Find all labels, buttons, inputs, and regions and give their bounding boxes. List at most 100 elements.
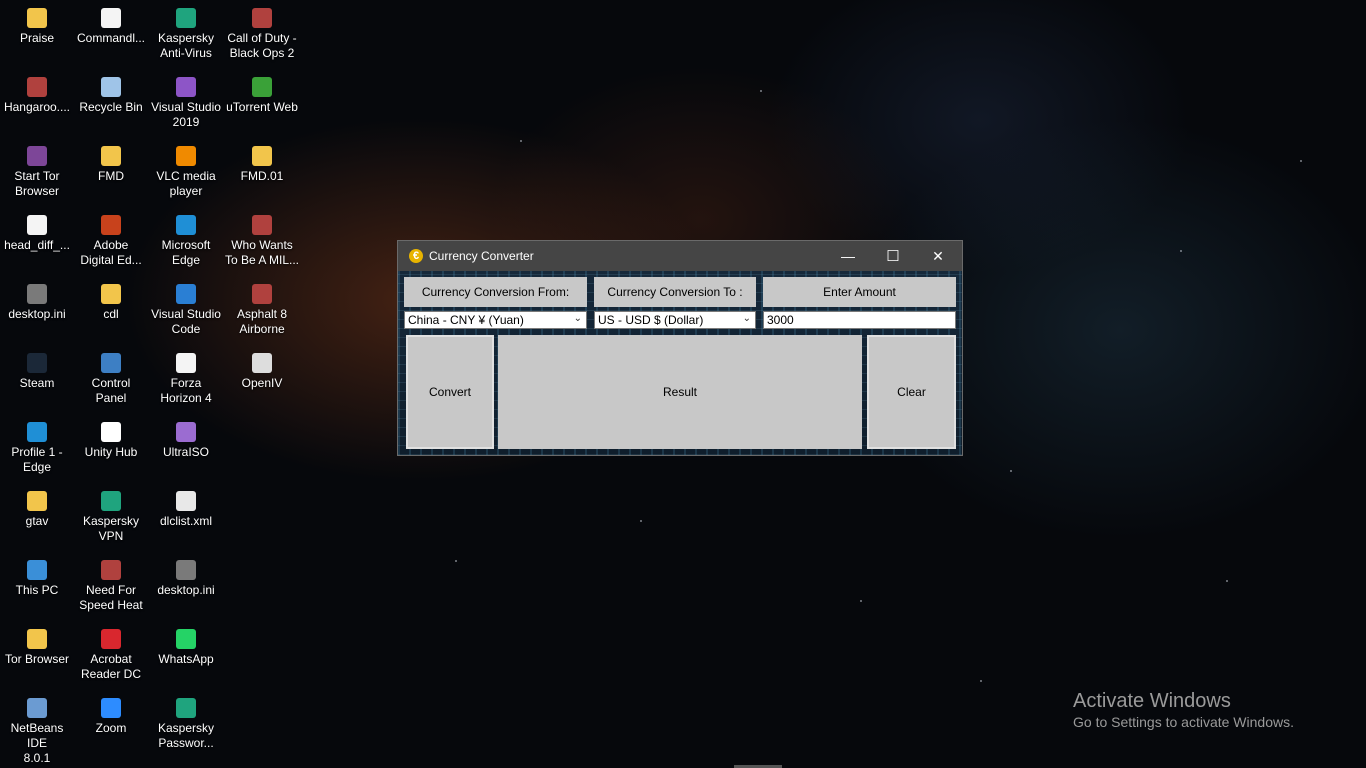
desktop-icon[interactable]: OpenIV [224,353,300,391]
title-bar[interactable]: € Currency Converter — ☐ ✕ [398,241,962,271]
desktop-icon-label: Steam [19,376,55,390]
desktop-icon[interactable]: Hangaroo.... [0,77,75,115]
desktop-icon-label: desktop.ini [8,307,66,321]
desktop-icon[interactable]: cdl [73,284,149,322]
folder-icon [27,491,47,511]
desktop-icon-label: Call of Duty - Black Ops 2 [227,31,297,60]
folder-icon [101,284,121,304]
desktop-icon[interactable]: Recycle Bin [73,77,149,115]
window-title: Currency Converter [429,249,534,263]
desktop-icon-label: Kaspersky Passwor... [157,721,215,750]
desktop-icon[interactable]: Forza Horizon 4 [148,353,224,406]
vlc-icon [176,146,196,166]
desktop-icon-label: uTorrent Web [226,100,298,114]
activate-windows-watermark: Activate Windows Go to Settings to activ… [1073,689,1294,731]
ini-file-icon [176,560,196,580]
visual-studio-icon [176,77,196,97]
result-display: Result [498,335,862,449]
zoom-icon [101,698,121,718]
acrobat-icon [101,629,121,649]
adobe-icon [101,215,121,235]
desktop-icon[interactable]: Kaspersky Passwor... [148,698,224,751]
desktop-icon-label: OpenIV [241,376,283,390]
desktop-icon[interactable]: Zoom [73,698,149,736]
desktop-icon-label: Acrobat Reader DC [80,652,142,681]
from-currency-select[interactable]: China - CNY ¥ (Yuan) ⌄ [404,311,587,329]
desktop-icon-label: Unity Hub [84,445,138,459]
chevron-down-icon[interactable]: ⌄ [743,313,751,324]
desktop-icon[interactable]: UltraISO [148,422,224,460]
desktop-icon[interactable]: Visual Studio Code [148,284,224,337]
tor-icon [27,146,47,166]
desktop-icon[interactable]: dlclist.xml [148,491,224,529]
desktop-icon[interactable]: uTorrent Web [224,77,300,115]
maximize-button[interactable]: ☐ [870,241,916,271]
desktop-icon[interactable]: Adobe Digital Ed... [73,215,149,268]
kaspersky-icon [176,8,196,28]
unity-icon [101,422,121,442]
edge-icon [176,215,196,235]
clear-button[interactable]: Clear [867,335,956,449]
close-button[interactable]: ✕ [915,241,961,271]
from-currency-value: China - CNY ¥ (Yuan) [408,313,524,327]
to-label: Currency Conversion To : [594,277,756,307]
control-panel-icon [101,353,121,373]
desktop-icon[interactable]: head_diff_... [0,215,75,253]
desktop-icon-label: Microsoft Edge [161,238,211,267]
desktop-icon[interactable]: FMD [73,146,149,184]
desktop-icon[interactable]: desktop.ini [148,560,224,598]
desktop-icon[interactable]: Profile 1 - Edge [0,422,75,475]
desktop-icon[interactable]: Microsoft Edge [148,215,224,268]
desktop-icon[interactable]: Acrobat Reader DC [73,629,149,682]
desktop-icon-label: Praise [19,31,54,45]
desktop-icon[interactable]: desktop.ini [0,284,75,322]
desktop-icon[interactable]: Call of Duty - Black Ops 2 [224,8,300,61]
desktop-icon[interactable]: Asphalt 8 Airborne [224,284,300,337]
chevron-down-icon[interactable]: ⌄ [574,313,582,324]
desktop-icon[interactable]: Need For Speed Heat [73,560,149,613]
file-icon [101,8,121,28]
desktop-icon[interactable]: Visual Studio 2019 [148,77,224,130]
ini-file-icon [27,284,47,304]
desktop-icon-label: VLC media player [156,169,216,198]
desktop-icon[interactable]: Praise [0,8,75,46]
desktop-icon-label: FMD [98,169,124,183]
desktop-icon[interactable]: Control Panel [73,353,149,406]
desktop-icon[interactable]: Start Tor Browser [0,146,75,199]
desktop-icon-label: Start Tor Browser [14,169,60,198]
desktop-icon[interactable]: VLC media player [148,146,224,199]
desktop-icon[interactable]: Steam [0,353,75,391]
desktop-icon[interactable]: Unity Hub [73,422,149,460]
desktop-icon-label: FMD.01 [240,169,284,183]
kaspersky-icon [176,698,196,718]
watermark-title: Activate Windows [1073,690,1231,712]
euro-icon: € [409,249,423,263]
desktop-icon-label: desktop.ini [157,583,215,597]
convert-button[interactable]: Convert [406,335,494,449]
desktop-icon[interactable]: gtav [0,491,75,529]
computer-icon [27,560,47,580]
desktop-icon[interactable]: WhatsApp [148,629,224,667]
desktop-icon[interactable]: Commandl... [73,8,149,46]
desktop-icon-label: Zoom [95,721,127,735]
desktop-icon[interactable]: Who Wants To Be A MIL... [224,215,300,268]
netbeans-icon [27,698,47,718]
desktop-icon-label: Control Panel [91,376,131,405]
desktop-icon[interactable]: Kaspersky Anti-Virus [148,8,224,61]
desktop-icon-label: Commandl... [76,31,146,45]
desktop-icon[interactable]: FMD.01 [224,146,300,184]
desktop-icon-label: This PC [15,583,59,597]
desktop-icon-label: Visual Studio Code [151,307,221,336]
desktop-icon[interactable]: This PC [0,560,75,598]
desktop-icon[interactable]: Tor Browser [0,629,75,667]
to-currency-select[interactable]: US - USD $ (Dollar) ⌄ [594,311,756,329]
desktop-icon-label: head_diff_... [4,238,70,252]
desktop-icon[interactable]: NetBeans IDE 8.0.1 [0,698,75,766]
minimize-button[interactable]: — [825,241,871,271]
xml-file-icon [176,491,196,511]
desktop-icon[interactable]: Kaspersky VPN [73,491,149,544]
amount-input[interactable]: 3000 [763,311,956,329]
from-label: Currency Conversion From: [404,277,587,307]
amount-label: Enter Amount [763,277,956,307]
recycle-bin-icon [101,77,121,97]
